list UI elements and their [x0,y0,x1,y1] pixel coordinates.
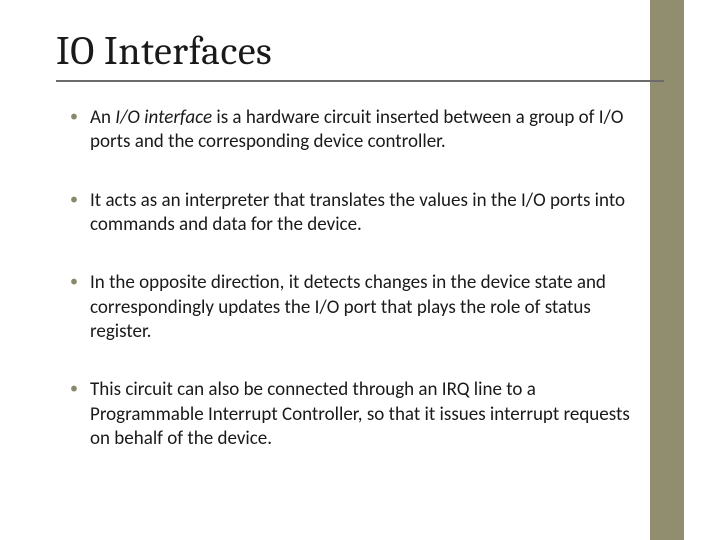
bullet-item: An I/O interface is a hardware circuit i… [70,106,646,155]
slide-title: IO Interfaces [56,28,664,74]
bullet-text: It acts as an interpreter that translate… [90,189,625,236]
bullet-list: An I/O interface is a hardware circuit i… [56,106,646,451]
bullet-text-prefix: An [90,106,115,129]
bullet-text: This circuit can also be connected throu… [90,378,630,450]
bullet-item: In the opposite direction, it detects ch… [70,271,646,344]
title-underline [56,80,664,82]
bullet-text: In the opposite direction, it detects ch… [90,271,606,343]
bullet-item: It acts as an interpreter that translate… [70,189,646,238]
bullet-text-italic: I/O interface [115,106,216,129]
slide-content: IO Interfaces An I/O interface is a hard… [0,0,720,540]
bullet-item: This circuit can also be connected throu… [70,378,646,451]
